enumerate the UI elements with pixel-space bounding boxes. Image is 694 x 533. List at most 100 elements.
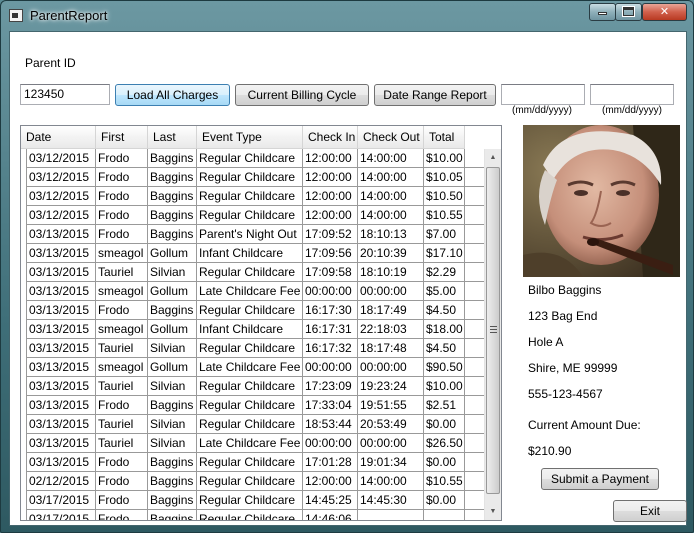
cell-check-out: 00:00:00 [358,434,424,452]
cell-first: Frodo [96,396,148,414]
cell-check-out: 14:00:00 [358,187,424,205]
cell-check-in: 16:17:31 [303,320,358,338]
table-row[interactable]: 03/13/2015 smeagol Gollum Late Childcare Fe… [26,282,484,301]
cell-date: 03/13/2015 [26,358,96,376]
cell-event-type: Regular Childcare [197,472,303,490]
cell-event-type: Regular Childcare [197,149,303,167]
window-title: ParentReport [30,8,108,23]
cell-check-in: 17:09:58 [303,263,358,281]
table-row[interactable]: 03/13/2015 Tauriel Silvian Regular Childcar… [26,415,484,434]
table-row[interactable]: 02/12/2015 Frodo Baggins Regular Childcare 1… [26,472,484,491]
cell-last: Silvian [148,415,197,433]
table-row[interactable]: 03/12/2015 Frodo Baggins Regular Childcare 1… [26,206,484,225]
cell-first: Frodo [96,149,148,167]
cell-check-out: 18:10:13 [358,225,424,243]
table-row[interactable]: 03/12/2015 Frodo Baggins Regular Childcare 1… [26,187,484,206]
cell-total: $4.50 [424,339,465,357]
cell-check-out: 20:53:49 [358,415,424,433]
table-row[interactable]: 03/13/2015 Tauriel Silvian Late Childcare F… [26,434,484,453]
cell-total: $4.50 [424,301,465,319]
start-date-input[interactable] [501,84,585,105]
parent-photo-image [523,125,680,277]
cell-first: Tauriel [96,415,148,433]
table-row[interactable]: 03/13/2015 Frodo Baggins Parent's Night Out… [26,225,484,244]
cell-date: 03/13/2015 [26,244,96,262]
cell-total: $90.50 [424,358,465,376]
column-header-first[interactable]: First [96,126,148,148]
cell-event-type: Regular Childcare [197,510,303,520]
current-billing-cycle-button[interactable]: Current Billing Cycle [235,84,369,106]
cell-last: Baggins [148,301,197,319]
table-row[interactable]: 03/17/2015 Frodo Baggins Regular Childcare 1… [26,510,484,520]
cell-date: 02/12/2015 [26,472,96,490]
maximize-button[interactable] [615,3,642,21]
cell-event-type: Regular Childcare [197,168,303,186]
parent-id-input[interactable]: 123450 [20,84,110,105]
submit-payment-button[interactable]: Submit a Payment [541,468,659,490]
cell-event-type: Regular Childcare [197,301,303,319]
table-row[interactable]: 03/13/2015 Tauriel Silvian Regular Childcar… [26,377,484,396]
cell-total: $2.51 [424,396,465,414]
exit-button[interactable]: Exit [613,500,687,522]
minimize-button[interactable] [589,3,616,21]
cell-total: $0.00 [424,453,465,471]
scroll-down-icon[interactable]: ▼ [485,503,501,520]
date-range-report-button[interactable]: Date Range Report [374,84,496,106]
table-row[interactable]: 03/12/2015 Frodo Baggins Regular Childcare 1… [26,149,484,168]
column-header-check-in[interactable]: Check In [303,126,358,148]
table-row[interactable]: 03/13/2015 smeagol Gollum Late Childcare Fe… [26,358,484,377]
table-row[interactable]: 03/13/2015 Frodo Baggins Regular Childcare 1… [26,301,484,320]
cell-check-out: 14:00:00 [358,472,424,490]
grid-vertical-scrollbar[interactable]: ▲ ▼ [484,149,501,520]
cell-last: Silvian [148,434,197,452]
table-row[interactable]: 03/13/2015 smeagol Gollum Infant Childcare 1… [26,244,484,263]
table-row[interactable]: 03/12/2015 Frodo Baggins Regular Childcare 1… [26,168,484,187]
cell-date: 03/12/2015 [26,187,96,205]
load-all-charges-button[interactable]: Load All Charges [115,84,230,106]
scroll-thumb[interactable] [486,167,500,494]
amount-due-value: $210.90 [528,444,572,458]
cell-date: 03/12/2015 [26,149,96,167]
column-header-event-type[interactable]: Event Type [197,126,303,148]
close-button[interactable]: ✕ [642,3,687,21]
cell-check-out: 19:23:24 [358,377,424,395]
cell-event-type: Late Childcare Fee [197,358,303,376]
table-row[interactable]: 03/17/2015 Frodo Baggins Regular Childcare 1… [26,491,484,510]
title-bar[interactable]: ParentReport ✕ [1,1,693,31]
grid-body: 03/12/2015 Frodo Baggins Regular Childcare 1… [26,149,484,520]
charges-grid[interactable]: Date First Last Event Type Check In Chec… [20,125,502,521]
cell-last: Baggins [148,187,197,205]
column-header-total[interactable]: Total [424,126,465,148]
table-row[interactable]: 03/13/2015 Tauriel Silvian Regular Childcar… [26,263,484,282]
cell-last: Gollum [148,320,197,338]
column-header-check-out[interactable]: Check Out [358,126,424,148]
column-header-date[interactable]: Date [21,126,96,148]
parent-hole: Hole A [528,335,564,349]
table-row[interactable]: 03/13/2015 Tauriel Silvian Regular Childcar… [26,339,484,358]
cell-date: 03/17/2015 [26,491,96,509]
cell-event-type: Regular Childcare [197,339,303,357]
column-header-last[interactable]: Last [148,126,197,148]
cell-date: 03/13/2015 [26,282,96,300]
cell-check-out: 19:51:55 [358,396,424,414]
cell-check-out: 14:45:30 [358,491,424,509]
cell-total: $10.05 [424,168,465,186]
app-window: ParentReport ✕ Parent ID 123450 Load All… [0,0,694,533]
cell-check-out: 14:00:00 [358,206,424,224]
table-row[interactable]: 03/13/2015 Frodo Baggins Regular Childcare 1… [26,396,484,415]
table-row[interactable]: 03/13/2015 Frodo Baggins Regular Childcare 1… [26,453,484,472]
cell-check-out [358,510,424,520]
table-row[interactable]: 03/13/2015 smeagol Gollum Infant Childcare 1… [26,320,484,339]
cell-date: 03/13/2015 [26,377,96,395]
cell-event-type: Late Childcare Fee [197,282,303,300]
grid-header: Date First Last Event Type Check In Chec… [21,126,465,149]
cell-check-in: 12:00:00 [303,206,358,224]
end-date-input[interactable] [590,84,674,105]
cell-last: Baggins [148,510,197,520]
parent-name: Bilbo Baggins [528,283,602,297]
scroll-up-icon[interactable]: ▲ [485,149,501,166]
cell-check-in: 14:45:25 [303,491,358,509]
cell-total: $10.55 [424,472,465,490]
cell-date: 03/13/2015 [26,225,96,243]
close-icon: ✕ [659,6,670,18]
